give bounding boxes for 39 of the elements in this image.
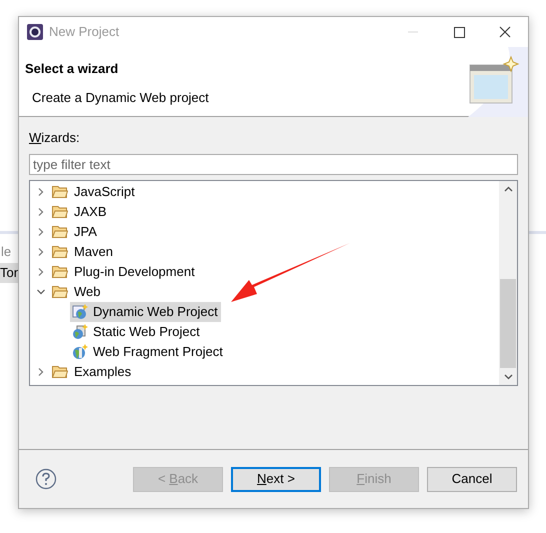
background-text: le — [1, 243, 12, 261]
tree-item[interactable]: JAXB — [72, 202, 109, 222]
globe-icon — [72, 344, 88, 360]
window-title: New Project — [49, 23, 120, 42]
wizards-label: Wizards: — [29, 129, 81, 147]
tree-item[interactable]: JavaScript — [72, 182, 137, 202]
expand-icon[interactable] — [36, 266, 46, 276]
help-icon[interactable] — [35, 468, 57, 490]
tree-item[interactable]: Web Fragment Project — [70, 342, 226, 362]
tree-item[interactable]: JPA — [72, 222, 99, 242]
expand-icon[interactable] — [36, 246, 46, 256]
tree-item[interactable]: Static Web Project — [70, 322, 203, 342]
dialog-button[interactable]: Next > — [231, 466, 321, 492]
folder-icon — [52, 245, 68, 258]
folder-icon — [52, 365, 68, 378]
collapse-icon[interactable] — [36, 286, 46, 296]
folder-icon — [52, 185, 68, 198]
scrollbar[interactable] — [499, 180, 517, 384]
filter-field[interactable]: type filter text — [29, 154, 518, 174]
folder-icon — [52, 225, 68, 238]
tree-item[interactable]: Web — [72, 282, 102, 302]
expand-icon[interactable] — [36, 226, 46, 236]
tree-item[interactable]: Examples — [72, 362, 134, 382]
dialog-button[interactable]: Cancel — [427, 466, 517, 492]
header-title: Select a wizard — [25, 60, 120, 78]
tree-item[interactable]: Maven — [72, 242, 116, 262]
globe-page-icon — [72, 324, 88, 340]
folder-icon — [52, 285, 68, 298]
header-description: Create a Dynamic Web project — [32, 88, 209, 107]
expand-icon[interactable] — [36, 366, 46, 376]
tree-item[interactable]: Dynamic Web Project — [70, 302, 221, 322]
expand-icon[interactable] — [36, 206, 46, 216]
app-icon — [27, 24, 43, 40]
expand-icon[interactable] — [36, 186, 46, 196]
folder-icon — [52, 205, 68, 218]
tree-item[interactable]: Plug-in Development — [72, 262, 197, 282]
folder-icon — [52, 265, 68, 278]
globe-page-icon — [72, 304, 88, 320]
scroll-thumb[interactable] — [500, 278, 516, 368]
